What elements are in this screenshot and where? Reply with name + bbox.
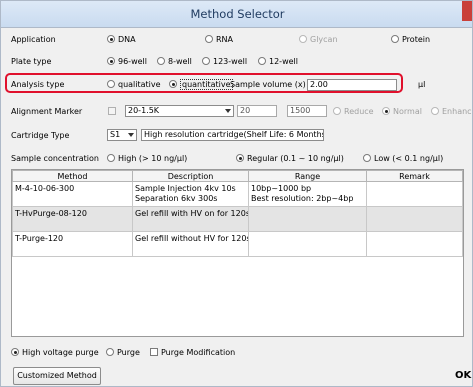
plate-radio-123[interactable]: 123-well — [202, 57, 247, 66]
chevron-down-icon — [126, 131, 135, 139]
title-bar[interactable]: Method Selector — [1, 1, 472, 28]
method-selector-window: Method Selector Application DNA RNA Glyc… — [0, 0, 473, 387]
alignment-marker-checkbox — [108, 107, 119, 116]
alignment-marker-label: Alignment Marker — [11, 107, 83, 116]
table-row[interactable]: M-4-10-06-300 Sample Injection 4kv 10s Se… — [12, 181, 463, 207]
radio-off-icon — [205, 35, 213, 43]
table-header-row: Method Description Range Remark — [12, 170, 463, 182]
method-cell: M-4-10-06-300 — [12, 181, 133, 207]
radio-off-icon — [157, 57, 165, 65]
radio-off-icon — [202, 57, 210, 65]
column-header-range[interactable]: Range — [248, 170, 367, 182]
remark-cell — [366, 181, 463, 207]
alignment-radio-normal: Normal — [382, 107, 422, 116]
purge-modification-checkbox[interactable]: Purge Modification — [150, 348, 235, 357]
radio-off-icon — [107, 154, 115, 162]
cartridge-type-combo[interactable]: S1 — [107, 129, 137, 141]
radio-on-icon — [11, 348, 19, 356]
range-cell — [248, 231, 367, 257]
concentration-radio-low[interactable]: Low (< 0.1 ng/µl) — [363, 154, 443, 163]
ok-button[interactable]: OK — [455, 370, 471, 381]
sample-volume-unit: µl — [418, 80, 426, 89]
cartridge-type-row: Cartridge Type S1 High resolution cartri… — [1, 128, 472, 144]
window-title: Method Selector — [190, 7, 285, 21]
radio-off-icon — [258, 57, 266, 65]
description-cell: Gel refill without HV for 120s — [132, 231, 249, 257]
application-row: Application DNA RNA Glycan Protein — [1, 32, 472, 48]
concentration-radio-high[interactable]: High (> 10 ng/µl) — [107, 154, 187, 163]
concentration-radio-regular[interactable]: Regular (0.1 ~ 10 ng/µl) — [236, 154, 344, 163]
purge-row: High voltage purge Purge Purge Modificat… — [1, 345, 472, 361]
plate-type-label: Plate type — [11, 57, 52, 66]
radio-on-icon — [107, 57, 115, 65]
plate-type-row: Plate type 96-well 8-well 123-well 12-we… — [1, 54, 472, 70]
radio-off-icon — [363, 154, 371, 162]
radio-on-icon — [236, 154, 244, 162]
checkbox-icon — [150, 348, 158, 356]
sample-concentration-row: Sample concentration High (> 10 ng/µl) R… — [1, 151, 472, 167]
radio-off-icon — [391, 35, 399, 43]
chevron-down-icon — [223, 107, 232, 115]
application-radio-rna[interactable]: RNA — [205, 35, 233, 44]
sample-concentration-label: Sample concentration — [11, 154, 99, 163]
cartridge-description: High resolution cartridge(Shelf Life: 6 … — [141, 129, 324, 141]
radio-on-icon — [107, 35, 115, 43]
alignment-marker-row: Alignment Marker 20-1.5K 20 1500 Reduce … — [1, 104, 472, 120]
range-cell — [248, 206, 367, 232]
table-row[interactable]: T-Purge-120 Gel refill without HV for 12… — [12, 231, 463, 257]
radio-off-icon — [431, 107, 439, 115]
plate-radio-96[interactable]: 96-well — [107, 57, 147, 66]
description-cell: Sample Injection 4kv 10s Separation 6kv 3… — [132, 181, 249, 207]
analysis-type-highlight — [5, 73, 403, 93]
cartridge-type-label: Cartridge Type — [11, 131, 70, 140]
application-radio-glycan: Glycan — [299, 35, 338, 44]
alignment-high-input[interactable]: 1500 — [287, 105, 327, 117]
radio-on-icon — [382, 107, 390, 115]
radio-off-icon — [299, 35, 307, 43]
radio-off-icon — [333, 107, 341, 115]
methods-table[interactable]: Method Description Range Remark M-4-10-0… — [11, 169, 464, 337]
application-radio-protein[interactable]: Protein — [391, 35, 430, 44]
purge-radio-high-voltage[interactable]: High voltage purge — [11, 348, 99, 357]
application-label: Application — [11, 35, 56, 44]
column-header-method[interactable]: Method — [12, 170, 133, 182]
radio-off-icon — [106, 348, 114, 356]
plate-radio-8[interactable]: 8-well — [157, 57, 192, 66]
application-radio-dna[interactable]: DNA — [107, 35, 136, 44]
alignment-radio-reduce: Reduce — [333, 107, 374, 116]
column-header-description[interactable]: Description — [132, 170, 249, 182]
description-cell: Gel refill with HV on for 120s — [132, 206, 249, 232]
purge-radio-purge[interactable]: Purge — [106, 348, 140, 357]
range-cell: 10bp~1000 bp Best resolution: 2bp~4bp — [248, 181, 367, 207]
method-cell: T-HvPurge-08-120 — [12, 206, 133, 232]
column-header-remark[interactable]: Remark — [366, 170, 463, 182]
plate-radio-12[interactable]: 12-well — [258, 57, 298, 66]
alignment-radio-enhance: Enhance — [431, 107, 472, 116]
method-cell: T-Purge-120 — [12, 231, 133, 257]
checkbox-icon — [108, 107, 116, 115]
remark-cell — [366, 206, 463, 232]
alignment-marker-combo[interactable]: 20-1.5K — [125, 105, 234, 117]
remark-cell — [366, 231, 463, 257]
customized-method-button[interactable]: Customized Method — [13, 367, 101, 385]
alignment-low-input[interactable]: 20 — [237, 105, 277, 117]
table-row-selected[interactable]: T-HvPurge-08-120 Gel refill with HV on f… — [12, 206, 463, 232]
close-button[interactable] — [462, 1, 472, 21]
